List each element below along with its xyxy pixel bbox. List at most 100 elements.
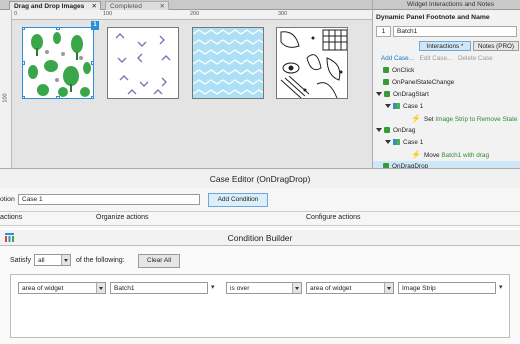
case-actions: Add Case... Edit Case... Delete Case bbox=[381, 55, 497, 62]
case-icon bbox=[393, 139, 400, 146]
resize-handle[interactable] bbox=[56, 96, 60, 98]
chevron-pattern-image bbox=[108, 28, 178, 98]
tab-drag-and-drop-images[interactable]: Drag and Drop Images ✕ bbox=[9, 1, 101, 10]
image-chevrons[interactable] bbox=[107, 27, 179, 99]
satisfy-label: Satisfy bbox=[10, 257, 32, 264]
condition-field-select[interactable]: area of widget bbox=[18, 282, 106, 294]
add-case-link[interactable]: Add Case... bbox=[381, 55, 414, 62]
resize-handle[interactable] bbox=[23, 61, 25, 65]
action-item[interactable]: ⚡ Set Image Strip to Remove State bbox=[373, 113, 520, 125]
footnote-heading: Dynamic Panel Footnote and Name bbox=[376, 14, 490, 21]
case-item[interactable]: Case 1 bbox=[373, 101, 520, 113]
action-target: Image Strip to Remove State bbox=[435, 116, 518, 123]
case-name-input[interactable]: Case 1 bbox=[18, 194, 200, 205]
event-label: OnDragStart bbox=[393, 91, 429, 98]
chevron-down-icon[interactable] bbox=[384, 283, 393, 293]
action-verb: Set bbox=[423, 116, 434, 123]
event-icon bbox=[384, 91, 390, 98]
case-icon bbox=[393, 103, 400, 110]
tab-completed[interactable]: Completed ✕ bbox=[105, 1, 169, 10]
event-ondrag[interactable]: OnDrag bbox=[373, 125, 520, 137]
expand-icon[interactable] bbox=[385, 140, 391, 145]
tab-label: Drag and Drop Images bbox=[14, 3, 85, 10]
column-organize-actions: Organize actions bbox=[96, 214, 149, 221]
plant-pattern-image bbox=[23, 28, 93, 98]
interactions-tree: OnClick OnPanelStateChange OnDragStart C… bbox=[373, 65, 520, 173]
clear-all-button[interactable]: Clear All bbox=[138, 254, 180, 268]
delete-case-link[interactable]: Delete Case bbox=[458, 55, 493, 62]
footnote-badge[interactable]: 1 bbox=[91, 21, 99, 30]
expand-icon[interactable] bbox=[385, 104, 391, 109]
event-ondragstart[interactable]: OnDragStart bbox=[373, 89, 520, 101]
vertical-ruler: 100 200 bbox=[0, 10, 12, 193]
field2-value: area of widget bbox=[310, 285, 352, 292]
satisfy-value: all bbox=[38, 257, 45, 264]
image-batch1[interactable] bbox=[22, 27, 94, 99]
image-waves[interactable] bbox=[192, 27, 264, 99]
widget2-value: Image Strip bbox=[402, 285, 436, 292]
case-editor-columns: actions Organize actions Configure actio… bbox=[0, 211, 520, 226]
resize-handle[interactable] bbox=[23, 96, 25, 98]
condition-builder-title: Condition Builder bbox=[227, 233, 293, 243]
resize-handle[interactable] bbox=[23, 28, 25, 30]
widget-name-field[interactable]: Batch1 bbox=[393, 26, 517, 37]
resize-handle[interactable] bbox=[91, 96, 93, 98]
chevron-down-icon[interactable]: ▾ bbox=[499, 283, 503, 291]
field-value: area of widget bbox=[22, 285, 64, 292]
ruler-tick: 300 bbox=[278, 11, 288, 17]
add-condition-button[interactable]: Add Condition bbox=[208, 193, 268, 207]
event-onpanelstatechange[interactable]: OnPanelStateChange bbox=[373, 77, 520, 89]
event-label: OnClick bbox=[392, 67, 415, 74]
condition-builder-bar: Condition Builder bbox=[0, 230, 520, 246]
case-label: Case 1 bbox=[403, 139, 424, 146]
chevron-down-icon[interactable] bbox=[61, 255, 70, 265]
chevron-down-icon[interactable]: ▾ bbox=[211, 283, 215, 291]
edit-case-link[interactable]: Edit Case... bbox=[420, 55, 453, 62]
tab-interactions[interactable]: Interactions * bbox=[419, 41, 471, 51]
widget-interactions-panel: Widget Interactions and Notes Dynamic Pa… bbox=[372, 0, 520, 173]
condition-operator-select[interactable]: is over bbox=[226, 282, 302, 294]
event-label: OnPanelStateChange bbox=[392, 79, 455, 86]
action-target: Batch1 with drag bbox=[441, 152, 489, 159]
case-label: Case 1 bbox=[403, 103, 424, 110]
case-editor-title: Case Editor (OnDragDrop) bbox=[0, 168, 520, 188]
condition-widget-input[interactable]: Batch1 bbox=[110, 282, 208, 294]
event-icon bbox=[383, 67, 389, 74]
case-description-label: otion bbox=[0, 196, 15, 203]
expand-icon[interactable] bbox=[376, 128, 382, 133]
condition-widget2-input[interactable]: Image Strip bbox=[398, 282, 496, 294]
event-icon bbox=[383, 79, 389, 86]
image-doodles[interactable] bbox=[276, 27, 348, 99]
resize-handle[interactable] bbox=[91, 61, 93, 65]
lightning-icon: ⚡ bbox=[411, 114, 421, 123]
tab-notes[interactable]: Notes (PRO) bbox=[473, 41, 519, 51]
chevron-down-icon[interactable] bbox=[96, 283, 105, 293]
panel-title: Widget Interactions and Notes bbox=[373, 0, 520, 10]
widget-value: Batch1 bbox=[114, 285, 135, 292]
ruler-tick: 100 bbox=[2, 93, 9, 103]
case-item[interactable]: Case 1 bbox=[373, 137, 520, 149]
action-item[interactable]: ⚡ Move Batch1 with drag bbox=[373, 149, 520, 161]
operator-value: is over bbox=[230, 285, 250, 292]
satisfy-select[interactable]: all bbox=[34, 254, 71, 266]
footnote-number-field[interactable]: 1 bbox=[376, 26, 391, 37]
of-following-label: of the following: bbox=[76, 257, 125, 264]
ruler-tick: 100 bbox=[103, 11, 113, 17]
event-onclick[interactable]: OnClick bbox=[373, 65, 520, 77]
lightning-icon: ⚡ bbox=[411, 150, 421, 159]
wave-pattern-image bbox=[193, 28, 263, 98]
resize-handle[interactable] bbox=[56, 28, 60, 30]
chevron-down-icon[interactable] bbox=[292, 283, 301, 293]
event-label: OnDrag bbox=[393, 127, 416, 134]
expand-icon[interactable] bbox=[376, 92, 382, 97]
ruler-tick: 200 bbox=[190, 11, 200, 17]
action-verb: Move bbox=[423, 152, 440, 159]
doodle-pattern-image bbox=[277, 28, 347, 98]
tab-label: Completed bbox=[110, 3, 142, 10]
horizontal-ruler: 0 100 200 300 bbox=[0, 10, 372, 20]
condition-field2-select[interactable]: area of widget bbox=[306, 282, 394, 294]
event-icon bbox=[384, 127, 390, 134]
ruler-tick: 0 bbox=[14, 11, 18, 17]
column-actions: actions bbox=[0, 214, 23, 221]
document-tab-strip: Drag and Drop Images ✕ Completed ✕ bbox=[0, 0, 372, 10]
